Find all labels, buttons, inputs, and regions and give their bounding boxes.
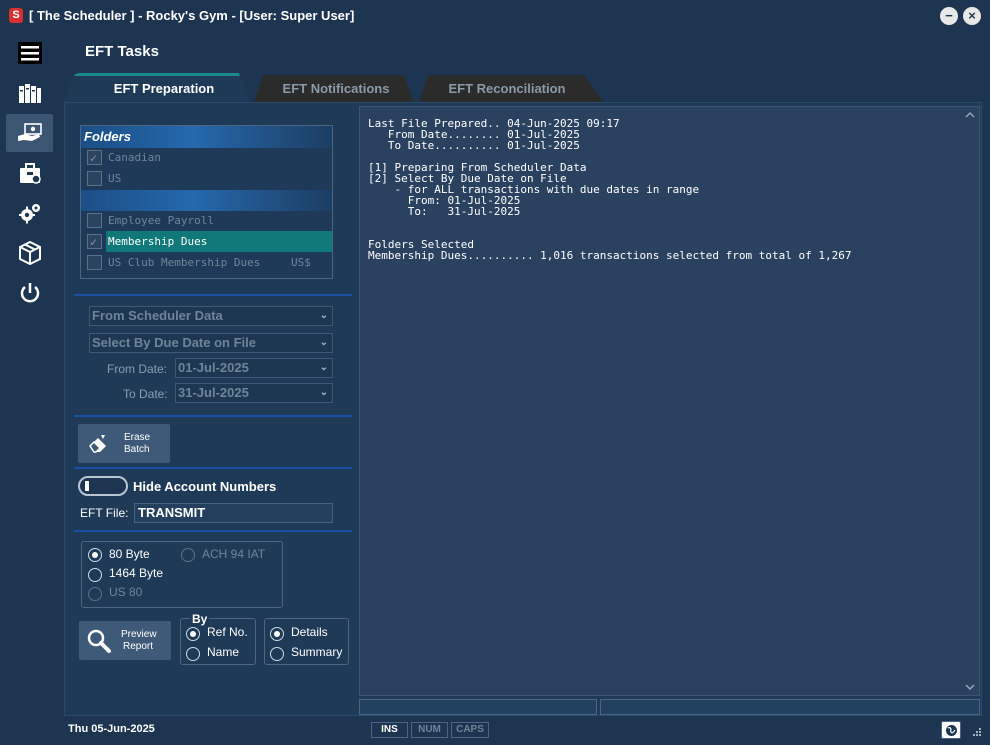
tab-eft-notifications[interactable]: EFT Notifications — [262, 74, 410, 103]
caps-indicator: CAPS — [451, 722, 489, 738]
separator — [74, 467, 352, 469]
separator — [74, 530, 352, 532]
scroll-down-icon — [965, 684, 975, 690]
folder-item-membership-dues[interactable]: Membership Dues — [81, 231, 332, 253]
menu-icon — [17, 42, 42, 64]
app-logo-icon: S — [9, 8, 23, 23]
chevron-down-icon: ⌄ — [319, 337, 328, 348]
eft-file-label: EFT File: — [80, 506, 129, 520]
eft-file-input[interactable]: TRANSMIT — [134, 503, 333, 523]
sidebar-item-eft[interactable] — [6, 114, 53, 152]
folder-checkbox[interactable] — [87, 255, 102, 270]
erase-batch-button[interactable]: Erase Batch — [78, 424, 170, 463]
log-scrollbar[interactable] — [963, 109, 977, 693]
folder-item-employee-payroll[interactable]: Employee Payroll — [81, 210, 332, 231]
folders-list: Folders Canadian US Employee Payroll Mem… — [80, 125, 333, 279]
hide-account-label: Hide Account Numbers — [133, 479, 277, 494]
log-text: Last File Prepared.. 04-Jun-2025 09:17 F… — [368, 117, 852, 262]
sidebar-item-power[interactable] — [6, 274, 53, 312]
package-icon — [18, 241, 41, 265]
title-bar: S [ The Scheduler ] - Rocky's Gym - [Use… — [0, 0, 990, 32]
select-by-select[interactable]: Select By Due Date on File ⌄ — [89, 333, 333, 353]
window-title: [ The Scheduler ] - Rocky's Gym - [User:… — [29, 8, 355, 23]
folder-item-us-club-membership-dues[interactable]: US Club Membership Dues US$ — [81, 252, 332, 273]
folders-header: Folders — [81, 126, 332, 148]
status-date: Thu 05-Jun-2025 — [68, 723, 155, 735]
ins-indicator: INS — [371, 722, 408, 738]
format-option-label: ACH 94 IAT — [202, 547, 266, 561]
globe-button[interactable] — [941, 721, 961, 739]
folder-item-canadian[interactable]: Canadian — [81, 147, 332, 169]
detail-option-label: Summary — [291, 645, 343, 659]
radio-ref-no[interactable] — [186, 627, 200, 641]
radio-us-80 — [88, 587, 102, 601]
chevron-down-icon: ⌄ — [319, 310, 328, 321]
sidebar-item-package[interactable] — [6, 234, 53, 272]
to-date-label: To Date: — [123, 387, 168, 401]
status-panel-left — [359, 699, 597, 715]
sidebar-item-books[interactable] — [6, 74, 53, 112]
folder-checkbox[interactable] — [87, 213, 102, 228]
chevron-down-icon: ⌄ — [319, 387, 328, 398]
scroll-up-icon — [965, 112, 975, 118]
folder-group-separator — [81, 190, 332, 211]
from-date-picker[interactable]: 01-Jul-2025 ⌄ — [175, 358, 333, 378]
folder-checkbox[interactable] — [87, 171, 102, 186]
folder-checkbox[interactable] — [87, 148, 102, 169]
source-select[interactable]: From Scheduler Data ⌄ — [89, 306, 333, 326]
from-date-label: From Date: — [107, 362, 168, 376]
resize-grip-icon[interactable] — [968, 726, 982, 738]
menu-button[interactable] — [6, 34, 53, 72]
status-panel-right — [600, 699, 980, 715]
by-group-legend: By — [190, 612, 210, 626]
separator — [74, 294, 352, 296]
sidebar-item-briefcase[interactable] — [6, 154, 53, 192]
books-icon — [18, 84, 41, 103]
folder-item-us[interactable]: US — [81, 168, 332, 189]
radio-details[interactable] — [270, 627, 284, 641]
radio-ach-94-iat — [181, 548, 195, 562]
format-option-label: US 80 — [109, 585, 143, 599]
num-indicator: NUM — [411, 722, 448, 738]
tab-eft-reconciliation[interactable]: EFT Reconciliation — [428, 74, 586, 103]
globe-icon — [946, 725, 957, 736]
radio-summary[interactable] — [270, 647, 284, 661]
to-date-picker[interactable]: 31-Jul-2025 ⌄ — [175, 383, 333, 403]
chevron-down-icon: ⌄ — [319, 362, 328, 373]
by-option-label: Ref No. — [207, 625, 248, 639]
separator — [74, 415, 352, 417]
briefcase-icon — [19, 163, 41, 184]
hide-account-toggle[interactable] — [78, 476, 128, 496]
power-icon — [20, 283, 39, 303]
format-option-label: 1464 Byte — [109, 566, 164, 580]
eraser-icon — [89, 435, 106, 453]
sidebar-item-settings[interactable] — [6, 194, 53, 232]
by-option-label: Name — [207, 645, 240, 659]
log-output[interactable]: Last File Prepared.. 04-Jun-2025 09:17 F… — [359, 106, 980, 696]
format-option-label: 80 Byte — [109, 547, 150, 561]
page-title: EFT Tasks — [85, 43, 159, 60]
close-button[interactable]: × — [963, 7, 981, 25]
radio-1464-byte[interactable] — [88, 568, 102, 582]
folder-checkbox[interactable] — [87, 232, 102, 253]
payment-hand-icon — [17, 123, 42, 141]
magnifier-icon — [87, 629, 111, 653]
preview-report-button[interactable]: Preview Report — [79, 621, 171, 660]
tab-eft-preparation[interactable]: EFT Preparation — [74, 74, 254, 103]
radio-name[interactable] — [186, 647, 200, 661]
gears-icon — [18, 204, 40, 224]
detail-option-label: Details — [291, 625, 328, 639]
radio-80-byte[interactable] — [88, 548, 102, 562]
minimize-button[interactable]: − — [940, 7, 958, 25]
